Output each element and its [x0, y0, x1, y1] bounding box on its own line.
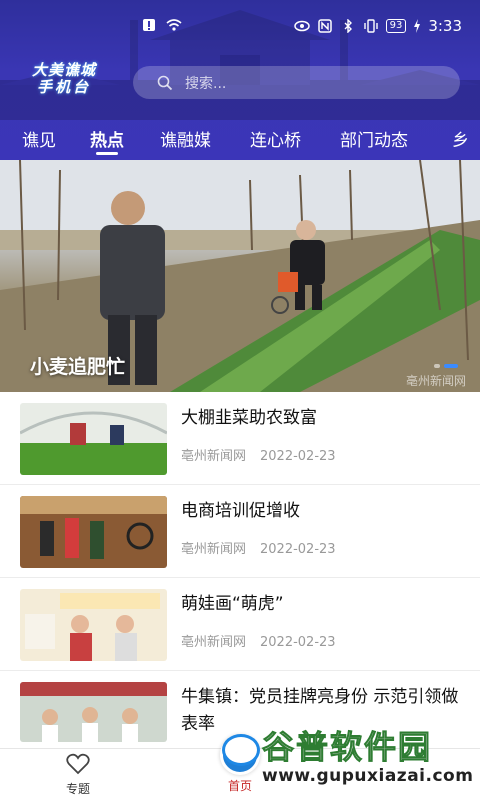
site-watermark: 谷普软件园 www.gupuxiazai.com — [222, 722, 480, 800]
carousel-indicator — [434, 364, 458, 368]
tab-township[interactable]: 乡 — [452, 126, 469, 151]
logo-line-1: 大美谯城 — [31, 61, 96, 79]
battery-indicator: 93 — [385, 19, 407, 33]
nav-home-label: 首页 — [227, 779, 252, 793]
news-source: 亳州新闻网 — [181, 542, 247, 557]
tab-department-news[interactable]: 部门动态 — [340, 126, 408, 151]
logo-line-2: 手机台 — [36, 78, 91, 96]
wifi-icon — [166, 19, 182, 31]
vibrate-icon — [363, 19, 378, 33]
news-date: 2022-02-23 — [260, 542, 336, 557]
app-header: 93 3:33 大美谯城 手机台 搜索... 谯见 热点 谯融媒 连心桥 部门动… — [0, 0, 480, 160]
banner-carousel[interactable]: 小麦追肥忙 亳州新闻网 — [0, 160, 480, 392]
nav-topics-label: 专题 — [66, 782, 91, 796]
news-source: 亳州新闻网 — [181, 449, 247, 464]
news-thumbnail — [20, 682, 167, 742]
charging-icon — [414, 19, 421, 33]
search-input[interactable]: 搜索... — [133, 66, 460, 99]
news-meta: 亳州新闻网 2022-02-23 — [181, 631, 336, 650]
tab-qiaojian[interactable]: 谯见 — [22, 126, 56, 151]
clock: 3:33 — [428, 17, 462, 35]
carousel-dot-active — [444, 364, 458, 368]
tab-lianxinqiao[interactable]: 连心桥 — [250, 126, 301, 151]
eye-icon — [293, 20, 310, 32]
app-logo[interactable]: 大美谯城 手机台 — [24, 62, 104, 102]
notification-icon — [143, 19, 155, 31]
news-date: 2022-02-23 — [260, 449, 336, 464]
news-title: 萌娃画“萌虎” — [181, 594, 284, 614]
banner-source: 亳州新闻网 — [405, 374, 466, 388]
carousel-dot — [434, 364, 440, 368]
bluetooth-icon — [344, 19, 352, 33]
news-meta: 亳州新闻网 2022-02-23 — [181, 445, 336, 464]
list-item[interactable]: 电商培训促增收 亳州新闻网 2022-02-23 — [0, 485, 480, 578]
heart-icon — [66, 753, 90, 775]
news-meta: 亳州新闻网 2022-02-23 — [181, 538, 336, 557]
nfc-icon — [317, 19, 332, 33]
news-thumbnail — [20, 496, 167, 568]
watermark-brand: 谷普软件园 — [261, 728, 433, 767]
watermark-url: www.gupuxiazai.com — [262, 766, 474, 786]
tab-qiaorongmei[interactable]: 谯融媒 — [160, 126, 211, 151]
banner-caption: 小麦追肥忙 — [30, 356, 126, 378]
news-title: 大棚韭菜助农致富 — [181, 408, 317, 428]
news-thumbnail — [20, 403, 167, 475]
news-source: 亳州新闻网 — [181, 635, 247, 650]
news-title: 电商培训促增收 — [181, 501, 300, 521]
news-thumbnail — [20, 589, 167, 661]
search-icon — [157, 75, 173, 90]
status-bar: 93 3:33 — [0, 0, 480, 50]
search-placeholder: 搜索... — [185, 75, 227, 92]
list-item[interactable]: 萌娃画“萌虎” 亳州新闻网 2022-02-23 — [0, 578, 480, 671]
list-item[interactable]: 大棚韭菜助农致富 亳州新闻网 2022-02-23 — [0, 392, 480, 485]
news-date: 2022-02-23 — [260, 635, 336, 650]
nav-topics[interactable]: 专题 — [66, 753, 90, 797]
watermark-logo-icon — [222, 734, 260, 766]
category-tabs: 谯见 热点 谯融媒 连心桥 部门动态 乡 — [0, 120, 480, 155]
tab-hotspot[interactable]: 热点 — [90, 126, 124, 155]
